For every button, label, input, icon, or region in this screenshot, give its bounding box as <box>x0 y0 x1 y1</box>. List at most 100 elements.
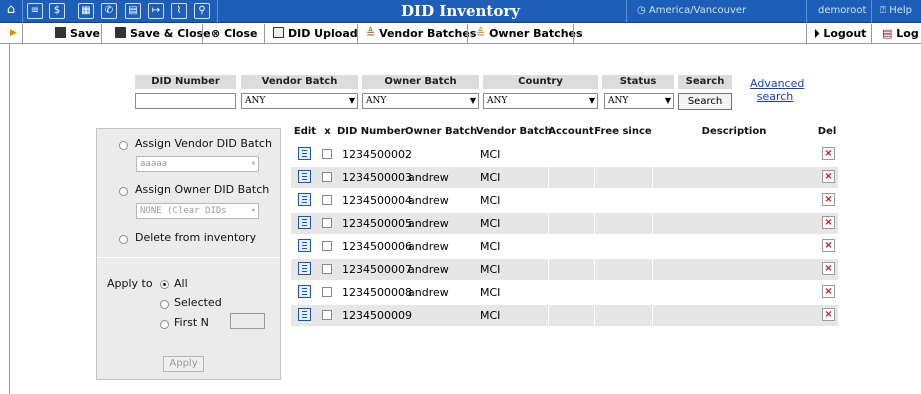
chart-icon[interactable]: ⌇ <box>171 3 187 19</box>
search-button[interactable]: Search <box>678 93 732 110</box>
row-checkbox[interactable] <box>322 287 332 297</box>
country-select[interactable]: ANY ▼ <box>483 93 598 109</box>
timezone-label: America/Vancouver <box>648 5 747 16</box>
delete-icon[interactable]: × <box>822 216 835 229</box>
document-icon[interactable]: ▤ <box>125 3 141 19</box>
did-number-cell: 1234500009 <box>342 309 412 322</box>
edit-icon[interactable] <box>298 308 311 321</box>
apply-selected-radio[interactable] <box>160 300 169 309</box>
col-account: Account <box>548 126 594 137</box>
vendor-batch-cell: MCI <box>480 194 501 207</box>
assign-owner-radio[interactable] <box>119 187 128 196</box>
divider <box>806 0 807 23</box>
edit-icon[interactable] <box>298 193 311 206</box>
list-icon[interactable]: ≡ <box>27 3 43 19</box>
row-checkbox[interactable] <box>322 149 332 159</box>
vendor-batch-assign-select[interactable]: aaaaa ▾ <box>136 156 259 172</box>
delete-icon[interactable]: × <box>822 308 835 321</box>
divider <box>652 190 653 211</box>
edit-icon[interactable] <box>298 239 311 252</box>
apply-all-label: All <box>174 277 188 290</box>
delete-label: Delete from inventory <box>135 231 257 244</box>
close-button[interactable]: ⊗ Close <box>207 24 257 43</box>
timezone[interactable]: ◷ America/Vancouver <box>637 5 746 16</box>
delete-icon[interactable]: × <box>822 262 835 275</box>
phone-icon[interactable]: ✆ <box>101 3 117 19</box>
owner-batches-button[interactable]: ≜ Owner Batches <box>472 24 583 43</box>
did-upload-button[interactable]: DID Upload <box>269 24 358 43</box>
delete-icon[interactable]: × <box>822 170 835 183</box>
row-checkbox[interactable] <box>322 264 332 274</box>
did-number-cell: 1234500007 <box>342 263 412 276</box>
col-delete: Del <box>817 126 837 137</box>
delete-radio[interactable] <box>119 235 128 244</box>
assign-vendor-radio[interactable] <box>119 141 128 150</box>
divider <box>806 24 807 43</box>
save-close-button[interactable]: Save & Close <box>111 24 211 43</box>
divider <box>594 213 595 234</box>
forward-icon[interactable]: ↦ <box>148 3 164 19</box>
status-header: Status <box>602 75 674 89</box>
edit-icon[interactable] <box>298 147 311 160</box>
delete-icon[interactable]: × <box>822 239 835 252</box>
delete-icon[interactable]: × <box>822 147 835 160</box>
owner-batch-assign-select[interactable]: NONE (Clear DIDs ▾ <box>136 203 259 219</box>
row-checkbox[interactable] <box>322 241 332 251</box>
dollar-icon[interactable]: $ <box>49 3 65 19</box>
divider <box>871 24 872 43</box>
col-owner-batch: Owner Batch <box>405 126 478 137</box>
save-button[interactable]: Save <box>51 24 100 43</box>
owner-batch-select[interactable]: ANY ▼ <box>362 93 479 109</box>
vendor-batch-cell: MCI <box>480 240 501 253</box>
divider <box>264 24 265 43</box>
vendor-batch-cell: MCI <box>480 309 501 322</box>
apply-button[interactable]: Apply <box>163 356 204 372</box>
owner-batch-cell: andrew <box>408 286 449 299</box>
table-row: 1234500002 MCI × <box>291 144 838 165</box>
upload-icon <box>273 27 284 38</box>
did-number-cell: 1234500004 <box>342 194 412 207</box>
row-checkbox[interactable] <box>322 310 332 320</box>
status-select[interactable]: ANY ▼ <box>604 93 674 109</box>
advanced-search-link[interactable]: Advanced search <box>750 77 804 103</box>
play-icon[interactable]: ▶ <box>6 24 17 43</box>
owner-batch-assign-value: NONE (Clear DIDs <box>140 206 227 216</box>
edit-icon[interactable] <box>298 285 311 298</box>
vendor-batches-button[interactable]: ≜ Vendor Batches <box>362 24 476 43</box>
vendor-batch-header: Vendor Batch <box>241 75 358 89</box>
logout-icon: ⏵ <box>814 27 820 40</box>
chevron-down-icon: ▼ <box>348 96 355 105</box>
apply-selected-label: Selected <box>174 296 222 309</box>
did-number-input[interactable] <box>135 93 236 109</box>
log-button[interactable]: ▤ Log <box>878 24 919 43</box>
apply-first-n-radio[interactable] <box>160 320 169 329</box>
vendor-batches-label: Vendor Batches <box>379 27 477 40</box>
divider <box>202 24 203 43</box>
toolbar: ▶ Save Save & Close ⊗ Close DID Upload ≜… <box>0 24 921 44</box>
delete-icon[interactable]: × <box>822 193 835 206</box>
help-link[interactable]: ⍰ Help <box>880 5 912 16</box>
save-close-label: Save & Close <box>130 27 211 40</box>
row-checkbox[interactable] <box>322 172 332 182</box>
table-row: 1234500009 MCI × <box>291 305 838 326</box>
logout-button[interactable]: ⏵ Logout <box>810 24 866 43</box>
edit-icon[interactable] <box>298 216 311 229</box>
home-icon[interactable]: ⌂ <box>3 3 19 19</box>
edit-icon[interactable] <box>298 262 311 275</box>
status-value: ANY <box>608 96 629 106</box>
search-icon[interactable]: ⚲ <box>194 3 210 19</box>
first-n-input[interactable] <box>230 313 265 329</box>
divider <box>626 0 627 23</box>
edit-icon[interactable] <box>298 170 311 183</box>
apply-all-radio[interactable] <box>160 280 169 289</box>
divider <box>548 305 549 326</box>
delete-icon[interactable]: × <box>822 285 835 298</box>
divider <box>548 144 549 165</box>
row-checkbox[interactable] <box>322 195 332 205</box>
grid-icon[interactable]: ▦ <box>78 3 94 19</box>
vendor-batch-select[interactable]: ANY ▼ <box>241 93 358 109</box>
owner-batch-cell: andrew <box>408 263 449 276</box>
row-checkbox[interactable] <box>322 218 332 228</box>
divider <box>357 24 358 43</box>
table-row: 1234500005 andrew MCI × <box>291 213 838 234</box>
